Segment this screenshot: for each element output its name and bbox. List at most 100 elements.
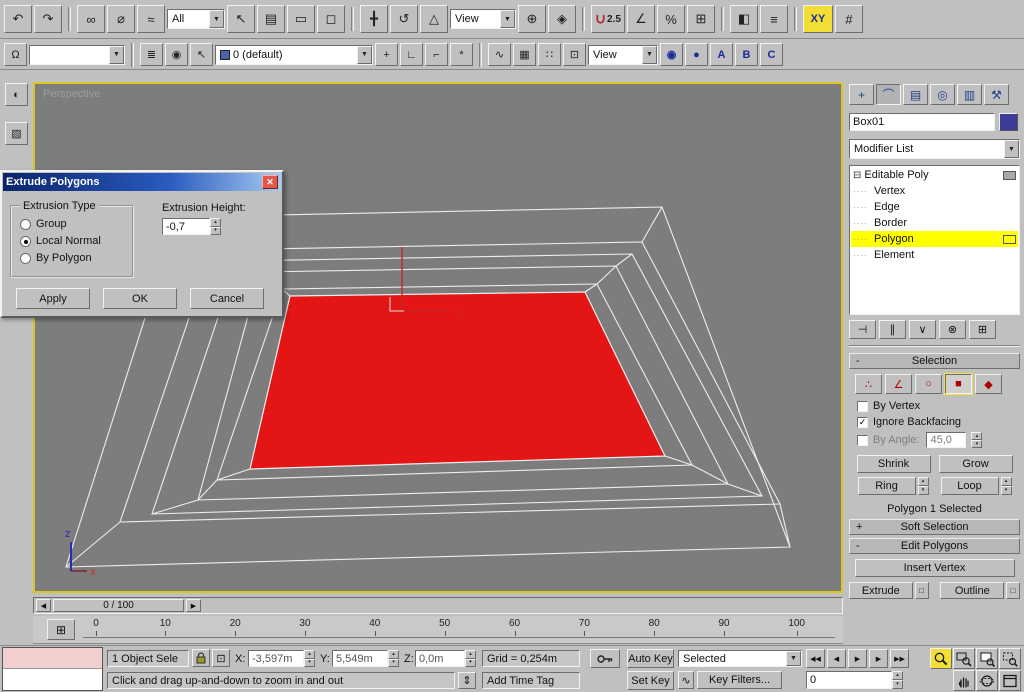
stack-row-edge[interactable]: ···· Edge [851,199,1018,215]
layer-dropdown[interactable]: 0 (default) ▼ [215,44,373,65]
selection-filter-dropdown[interactable]: All ▼ [167,9,225,29]
close-icon[interactable]: ✕ [262,175,278,189]
viewport-label[interactable]: Perspective [43,88,100,100]
pan-icon[interactable] [953,670,975,691]
object-name-field[interactable]: Box01 [849,113,995,131]
z-coordinate-input[interactable]: 0,0m [415,650,465,667]
loop-button[interactable]: Loop [940,477,999,495]
tab-hierarchy-icon[interactable]: ▤ [903,84,928,105]
zoom-icon[interactable] [930,648,952,669]
make-unique-icon[interactable]: ∨ [909,320,936,339]
time-slider-track[interactable]: ◀ 0 / 100 ▶ [33,597,843,614]
chevron-down-icon[interactable]: ▼ [1004,140,1019,158]
asset-browser-icon[interactable]: ◐ [5,83,28,106]
tab-utilities-icon[interactable]: ⚒ [984,84,1009,105]
chevron-down-icon[interactable]: ▼ [209,10,224,28]
select-and-move-icon[interactable]: ╋ [360,5,388,33]
selection-rollout-header[interactable]: - Selection [849,353,1020,369]
by-vertex-checkbox[interactable] [857,400,868,412]
select-objects-in-layer-icon[interactable]: ↖ [190,43,213,66]
select-and-rotate-icon[interactable]: ↺ [390,5,418,33]
stack-row-polygon-selected[interactable]: ···· Polygon [851,231,1018,247]
listener-macro-pane[interactable] [3,648,102,669]
angle-spinner[interactable]: ▴ ▾ [971,432,983,448]
use-pivot-point-center-icon[interactable]: ⊕ [518,5,546,33]
previous-frame-icon[interactable]: ◀ [827,649,846,668]
create-new-layer-icon[interactable]: + [375,43,398,66]
tab-display-icon[interactable]: ▥ [957,84,982,105]
border-mode-icon[interactable]: ○ [915,374,942,394]
zoom-extents-icon[interactable] [976,648,998,669]
chevron-down-icon[interactable]: ▼ [357,45,372,64]
remove-modifier-icon[interactable]: ⊗ [939,320,966,339]
extrusion-height-spinner[interactable]: ▴ ▾ [210,218,221,235]
set-key-button[interactable]: Set Key [627,671,674,690]
ignore-backfacing-checkbox[interactable]: ✓ [857,416,868,428]
mirror-icon[interactable]: ◧ [730,5,758,33]
show-end-result-icon[interactable]: ∥ [879,320,906,339]
chevron-down-icon[interactable]: ▼ [786,651,801,666]
chevron-down-icon[interactable]: ▼ [642,45,657,64]
mini-curve-editor-icon[interactable]: ⊞ [47,619,75,640]
select-and-uniform-scale-icon[interactable]: △ [420,5,448,33]
undo-icon[interactable]: ↶ [4,5,32,33]
keyboard-override-toggle-icon[interactable]: Ω [4,43,27,66]
chevron-down-icon[interactable]: ▼ [109,45,124,64]
time-slider-prev-icon[interactable]: ◀ [36,599,51,612]
stack-swatch-gray[interactable] [1003,170,1016,180]
render-setup-icon[interactable]: ⊡ [563,43,586,66]
unlink-selection-icon[interactable]: ⌀ [107,5,135,33]
isolate-selection-icon[interactable]: * [450,43,473,66]
chevron-down-icon[interactable]: ▼ [500,10,515,28]
current-frame-input[interactable]: 0 [806,671,892,689]
element-mode-icon[interactable]: ◆ [975,374,1002,394]
outline-settings-button[interactable]: □ [1006,582,1021,599]
percent-snap-toggle-icon[interactable]: % [657,5,685,33]
stack-row-element[interactable]: ···· Element [851,247,1018,263]
absolute-offset-mode-toggle-icon[interactable]: ⊡ [212,649,230,667]
shrink-button[interactable]: Shrink [856,455,931,473]
loop-spinner[interactable]: ▴ ▾ [1000,477,1012,495]
layer-display-toggle-icon[interactable]: ◉ [165,43,188,66]
redo-icon[interactable]: ↷ [34,5,62,33]
select-by-name-icon[interactable]: ▤ [257,5,285,33]
insert-vertex-button[interactable]: Insert Vertex [854,559,1015,577]
go-to-end-icon[interactable]: ▶▶ [890,649,909,668]
object-color-swatch[interactable] [999,113,1018,131]
cancel-button[interactable]: Cancel [190,288,264,309]
rectangular-selection-region-icon[interactable]: ▭ [287,5,315,33]
radio-icon[interactable] [20,252,31,264]
next-frame-icon[interactable]: ▶ [869,649,888,668]
chart-utility-icon[interactable]: ▧ [5,122,28,145]
ok-button[interactable]: OK [103,288,177,309]
soft-selection-rollout-header[interactable]: + Soft Selection [849,519,1020,535]
maxscript-mini-listener[interactable] [2,647,103,691]
set-keys-icon[interactable] [590,649,620,668]
y-coordinate-input[interactable]: 5,549m [332,650,388,667]
radio-option-local-normal[interactable]: Local Normal [20,235,124,247]
select-object-icon[interactable]: ↖ [227,5,255,33]
grow-button[interactable]: Grow [938,455,1013,473]
key-filters-button[interactable]: Key Filters... [697,671,782,689]
zoom-all-icon[interactable] [953,648,975,669]
ring-spinner[interactable]: ▴ ▾ [917,477,929,495]
key-filter-curve-icon[interactable]: ∿ [678,671,694,689]
material-editor-icon[interactable]: ∷ [538,43,561,66]
set-current-layer-icon[interactable]: ⌐ [425,43,448,66]
stack-row-vertex[interactable]: ···· Vertex [851,183,1018,199]
snaps-toggle-25-icon[interactable]: 2.5 [591,5,625,33]
render-shortcut-button[interactable]: C [760,43,783,66]
layer-manager-icon[interactable]: ≣ [140,43,163,66]
viewport-canvas[interactable]: x z x [35,84,841,591]
extrude-settings-button[interactable]: □ [914,582,929,599]
z-spinner[interactable]: ▴ ▾ [465,650,476,667]
tab-motion-icon[interactable]: ◎ [930,84,955,105]
outline-button[interactable]: Outline [940,582,1005,599]
radio-option-group[interactable]: Group [20,218,124,230]
key-filter-scope-dropdown[interactable]: Selected ▼ [678,650,802,667]
polygon-mode-icon[interactable]: ■ [944,373,973,395]
time-slider-handle[interactable]: 0 / 100 [53,599,184,612]
align-icon[interactable]: ≡ [760,5,788,33]
tab-modify-icon[interactable]: ⌒ [876,84,901,105]
collapse-icon[interactable]: ⊟ [853,170,861,181]
